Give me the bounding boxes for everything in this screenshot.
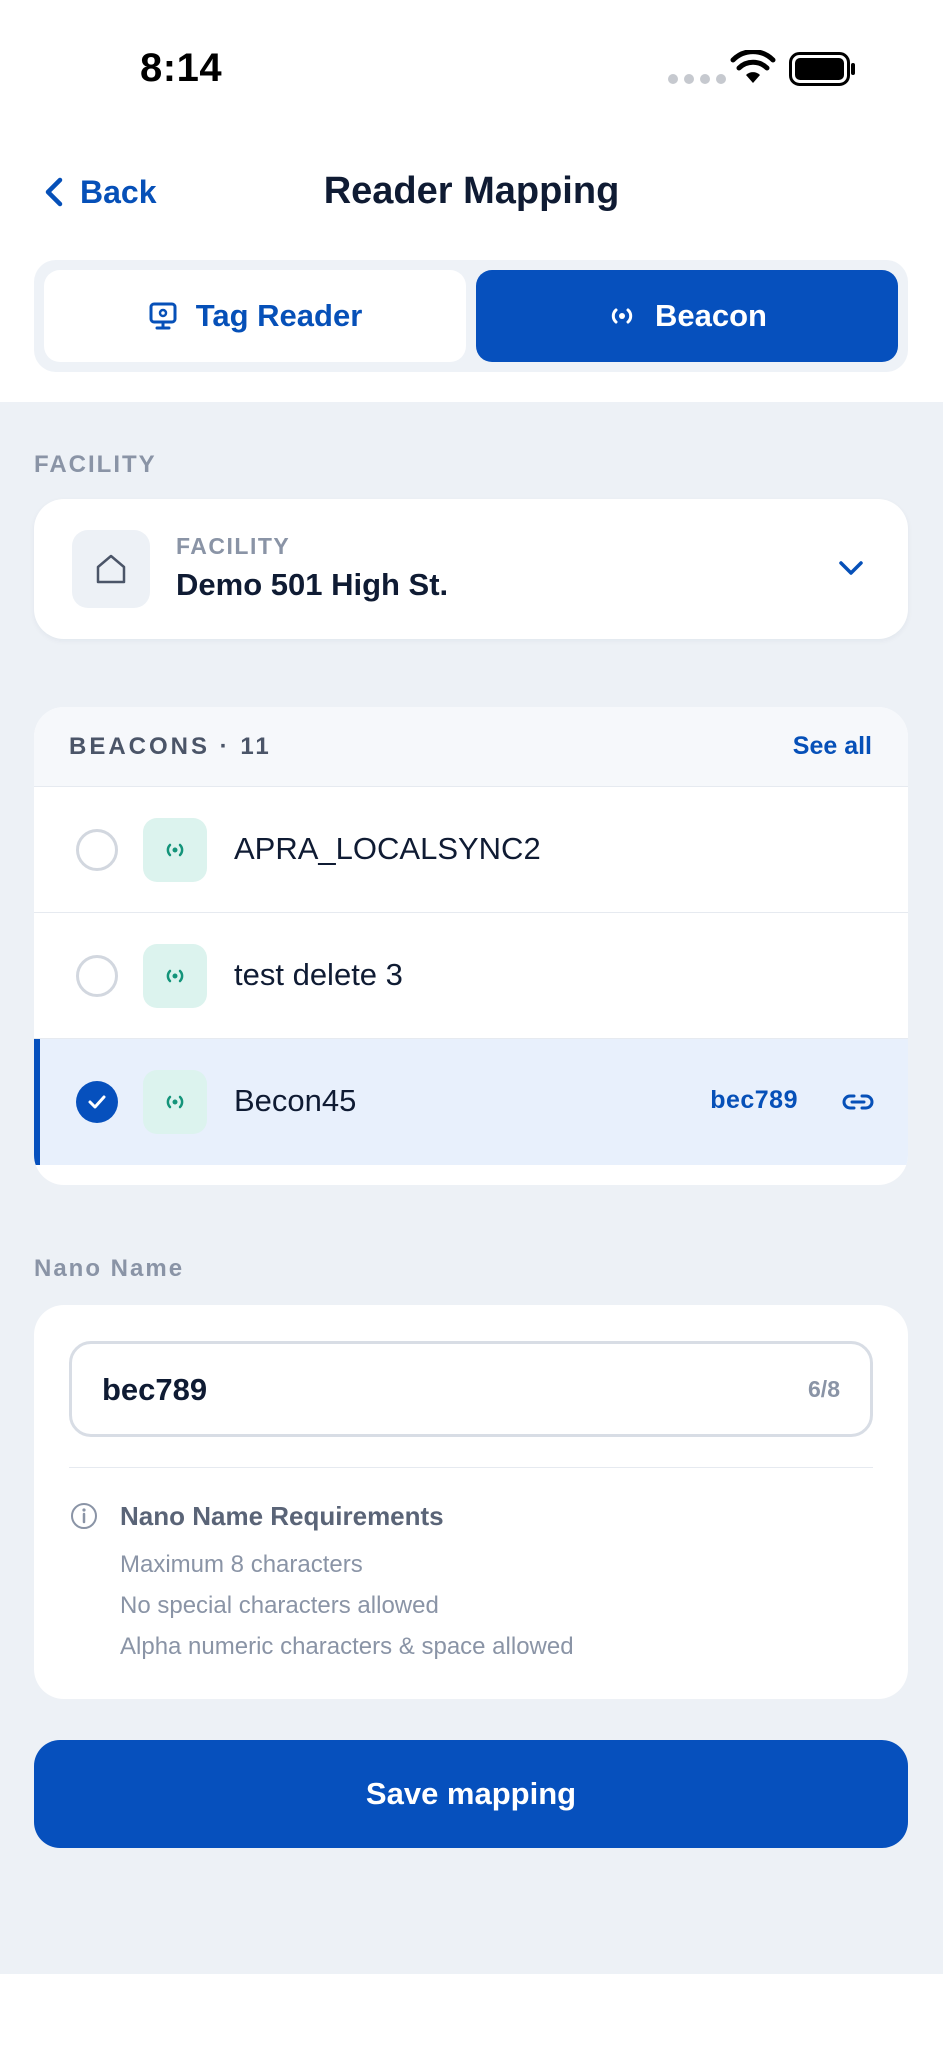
page-title: Reader Mapping	[323, 170, 620, 212]
requirement-item: Maximum 8 characters	[120, 1551, 363, 1578]
tab-tag-reader-label: Tag Reader	[195, 298, 363, 333]
tab-beacon[interactable]: Beacon	[476, 270, 898, 362]
requirements-title: Nano Name Requirements	[120, 1501, 444, 1531]
info-icon	[71, 1503, 97, 1529]
broadcast-icon	[166, 843, 184, 857]
save-mapping-button[interactable]: Save mapping	[34, 1740, 908, 1848]
beacon-row[interactable]: test delete 3	[34, 913, 908, 1039]
navigation-bar: Back Reader Mapping	[0, 150, 943, 230]
facility-section-label: FACILITY	[34, 451, 157, 478]
facility-icon-box	[72, 530, 150, 608]
beacon-icon-box	[143, 818, 207, 882]
segmented-control: Tag Reader Beacon	[34, 260, 908, 372]
facility-field-label: FACILITY	[176, 533, 291, 559]
divider	[69, 1467, 873, 1468]
beacon-row-selected[interactable]: Becon45 bec789	[34, 1039, 908, 1165]
status-time: 8:14	[140, 46, 223, 90]
beacons-list-card: BEACONS · 11 See all APRA_LOCALSYNC2 tes…	[34, 707, 908, 1185]
requirement-item: No special characters allowed	[120, 1592, 439, 1619]
beacon-icon-box	[143, 944, 207, 1008]
link-icon[interactable]	[840, 1084, 876, 1120]
broadcast-icon	[166, 969, 184, 983]
wifi-icon	[730, 50, 776, 83]
beacon-nano-tag: bec789	[710, 1086, 798, 1114]
chevron-down-icon	[839, 561, 863, 575]
broadcast-icon	[166, 1095, 184, 1109]
battery-icon	[789, 52, 855, 86]
radio-unchecked[interactable]	[76, 955, 118, 997]
checkmark-icon	[88, 1095, 106, 1109]
character-counter: 6/8	[808, 1376, 840, 1402]
nano-name-section-label: Nano Name	[34, 1255, 185, 1282]
monitor-icon	[149, 302, 177, 330]
nano-name-field[interactable]: 6/8	[69, 1341, 873, 1437]
broadcast-icon	[611, 308, 633, 324]
home-indicator-area	[0, 1974, 943, 2048]
tab-beacon-label: Beacon	[655, 298, 767, 333]
nano-name-card: 6/8 Nano Name Requirements Maximum 8 cha…	[34, 1305, 908, 1699]
content-area: FACILITY FACILITY Demo 501 High St. BEAC…	[0, 402, 943, 1974]
see-all-link[interactable]: See all	[793, 732, 872, 761]
beacon-row[interactable]: APRA_LOCALSYNC2	[34, 787, 908, 913]
beacon-name: test delete 3	[234, 957, 403, 992]
beacon-name: APRA_LOCALSYNC2	[234, 831, 541, 866]
cellular-signal-icon	[668, 74, 726, 84]
radio-unchecked[interactable]	[76, 829, 118, 871]
radio-checked[interactable]	[76, 1081, 118, 1123]
beacons-header: BEACONS · 11 See all	[34, 707, 908, 787]
beacon-icon-box	[143, 1070, 207, 1134]
home-icon	[96, 554, 126, 584]
requirement-item: Alpha numeric characters & space allowed	[120, 1633, 574, 1660]
beacons-title: BEACONS · 11	[69, 733, 272, 760]
facility-selector[interactable]: FACILITY Demo 501 High St.	[34, 499, 908, 639]
status-bar: 8:14	[0, 0, 943, 140]
tab-tag-reader[interactable]: Tag Reader	[44, 270, 466, 362]
nano-name-input[interactable]	[102, 1362, 762, 1418]
beacon-name: Becon45	[234, 1083, 357, 1118]
facility-value: Demo 501 High St.	[176, 567, 449, 602]
